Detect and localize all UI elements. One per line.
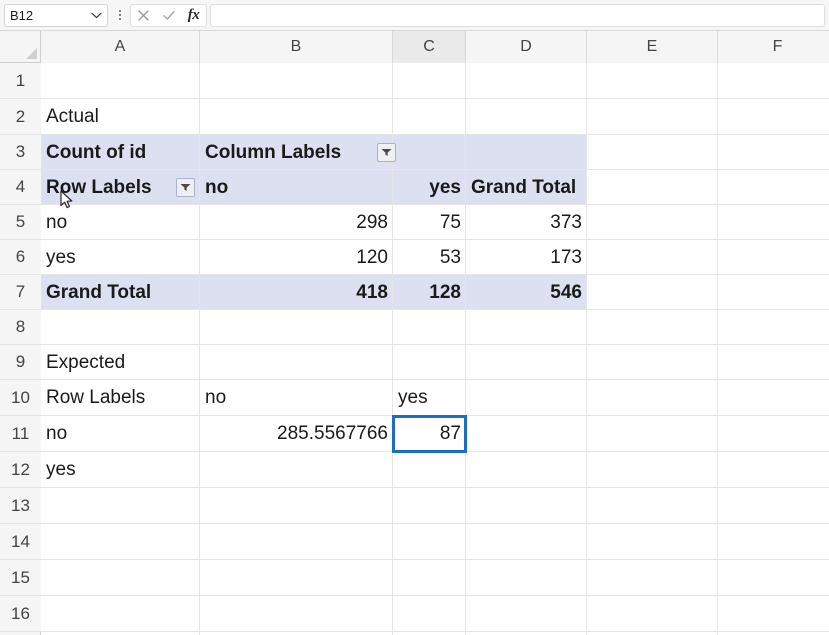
column-header-a[interactable]: A [41,31,200,63]
row-header-14[interactable]: 14 [0,524,41,560]
cell-a7[interactable]: Grand Total [41,275,200,310]
gridline-horizontal [41,631,829,632]
filter-dropdown-icon [180,184,191,191]
cell-area: Actual Count of id Column Labels Row Labels… [41,63,829,635]
cell-c7[interactable]: 128 [393,275,466,310]
row-header-10[interactable]: 10 [0,380,41,416]
cell-c6[interactable]: 53 [393,240,466,275]
row-header-11[interactable]: 11 [0,416,41,452]
gridline-vertical [465,63,466,635]
row-header-9[interactable]: 9 [0,345,41,380]
row-headers: 1 2 3 4 5 6 7 8 9 10 11 12 13 14 15 16 [0,63,41,635]
gridline-horizontal [41,595,829,596]
gridline-horizontal [41,559,829,560]
cell-a5[interactable]: no [41,205,200,240]
cell-c4[interactable]: yes [393,170,466,205]
more-vertical-icon[interactable] [111,3,129,27]
gridline-vertical [586,63,587,635]
select-all-corner[interactable] [0,31,41,63]
row-header-2[interactable]: 2 [0,99,41,135]
cancel-x-icon[interactable] [131,4,156,27]
row-header-16[interactable]: 16 [0,596,41,632]
row-header-5[interactable]: 5 [0,205,41,240]
column-header-b[interactable]: B [200,31,393,63]
row-header-8[interactable]: 8 [0,310,41,345]
row-header-1[interactable]: 1 [0,63,41,99]
column-header-c[interactable]: C [393,31,466,63]
insert-function-icon[interactable]: fx [181,4,206,27]
cell-b10[interactable]: no [200,380,393,416]
cell-a2[interactable]: Actual [41,99,200,135]
column-header-f[interactable]: F [718,31,829,63]
cell-b6[interactable]: 120 [200,240,393,275]
row-header-13[interactable]: 13 [0,488,41,524]
filter-dropdown-icon [381,149,392,156]
row-header-12[interactable]: 12 [0,452,41,488]
cell-a10[interactable]: Row Labels [41,380,200,416]
name-box-value: B12 [10,7,34,23]
cell-c10[interactable]: yes [393,380,466,416]
gridline-vertical [717,63,718,635]
confirm-check-icon[interactable] [156,4,181,27]
cell-d4[interactable]: Grand Total [466,170,587,205]
cell-a11[interactable]: no [41,416,200,452]
column-headers: ABCDEF [41,31,829,63]
cell-d5[interactable]: 373 [466,205,587,240]
select-all-triangle-icon [26,48,37,59]
cell-a3[interactable]: Count of id [41,135,200,170]
cell-d6[interactable]: 173 [466,240,587,275]
cell-b7[interactable]: 418 [200,275,393,310]
column-labels-filter[interactable] [377,143,396,162]
cell-b11[interactable]: 285.5567766 [200,416,393,452]
cell-c11[interactable]: 87 [393,416,466,452]
row-header-15[interactable]: 15 [0,560,41,596]
formula-input[interactable] [210,3,825,27]
column-header-e[interactable]: E [587,31,718,63]
name-box[interactable]: B12 [4,3,108,27]
chevron-down-icon[interactable] [90,9,102,21]
row-labels-filter[interactable] [176,178,195,197]
cell-a9[interactable]: Expected [41,345,200,380]
gridline-horizontal [41,523,829,524]
cell-b3[interactable]: Column Labels [200,135,393,170]
cell-b5[interactable]: 298 [200,205,393,240]
spreadsheet-grid: ABCDEF 1 2 3 4 5 6 7 8 9 10 11 12 13 14 15 16 Actual Cou… [0,31,829,635]
cell-a6[interactable]: yes [41,240,200,275]
formula-bar: B12 fx [0,0,829,31]
cell-d7[interactable]: 546 [466,275,587,310]
row-header-3[interactable]: 3 [0,135,41,170]
cell-a12[interactable]: yes [41,452,200,488]
row-header-7[interactable]: 7 [0,275,41,310]
formula-action-buttons: fx [130,3,207,27]
row-header-6[interactable]: 6 [0,240,41,275]
cell-c5[interactable]: 75 [393,205,466,240]
column-header-d[interactable]: D [466,31,587,63]
row-header-4[interactable]: 4 [0,170,41,205]
cell-b4[interactable]: no [200,170,393,205]
